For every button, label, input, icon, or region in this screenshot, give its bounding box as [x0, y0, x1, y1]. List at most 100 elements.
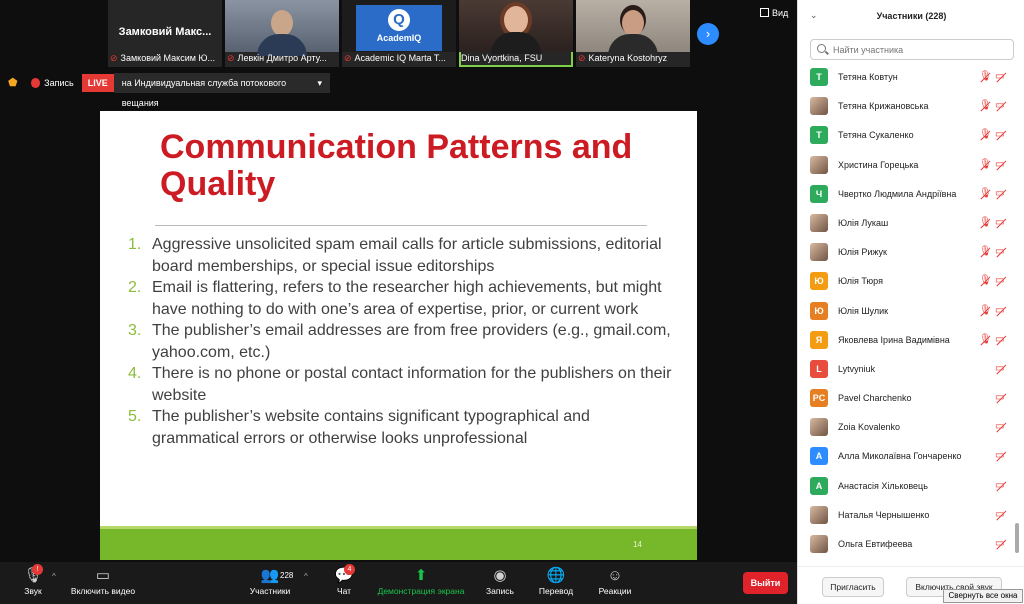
participant-thumbnail[interactable]: ⊘ Kateryna Kostohryz [576, 0, 690, 67]
participant-name: Юлія Шулик [838, 305, 889, 316]
video-off-icon: ▭ [995, 392, 1009, 404]
view-button[interactable]: Вид [760, 8, 788, 18]
mic-muted-icon: 🎙 [979, 304, 992, 316]
minimize-all-windows-tooltip: Свернуть все окна [943, 589, 1023, 603]
live-stream-dropdown[interactable]: на Индивидуальная служба потокового веща… [113, 73, 330, 108]
participant-row[interactable]: Я Яковлева Ірина Вадимівна 🎙 ▭ [798, 326, 1012, 355]
mic-muted-icon: ⊘ [227, 53, 235, 63]
scrollbar-thumb[interactable] [1015, 523, 1019, 553]
security-shield-icon[interactable]: ⬟ [8, 77, 19, 89]
participant-name: Zoia Kovalenko [838, 422, 901, 433]
chat-button[interactable]: 💬 4 Чат [330, 564, 358, 596]
participant-list-scrollbar[interactable] [1014, 63, 1020, 561]
meeting-status-bar: ⬟ Запись LIVE на Индивидуальная служба п… [0, 72, 330, 108]
avatar: Я [810, 330, 828, 349]
participant-row[interactable]: Т Тетяна Ковтун 🎙 ▭ [798, 63, 1012, 92]
search-icon [817, 44, 826, 53]
meeting-toolbar: 🎙! Звук ^ ▭ Включить видео 👥 228 Участник… [0, 562, 797, 604]
participant-row[interactable]: Ю Юлія Тюря 🎙 ▭ [798, 267, 1012, 296]
participants-button[interactable]: 👥 228 Участники [246, 566, 294, 596]
avatar: А [810, 447, 828, 466]
mic-muted-icon: ⊘ [344, 53, 352, 63]
participant-name: Анастасія Хільковець [838, 480, 928, 491]
invite-button[interactable]: Пригласить [822, 577, 884, 597]
participant-thumbnail[interactable]: ⊘ Левкін Дмитро Арту... [225, 0, 339, 67]
participant-row[interactable]: Ч Чвертко Людмила Андріївна 🎙 ▭ [798, 180, 1012, 209]
participant-row[interactable]: Наталья Чернышенко ▭ [798, 501, 1012, 530]
video-off-icon: ▭ [995, 509, 1009, 521]
chat-unread-badge: 4 [344, 564, 355, 575]
mic-muted-icon: ⊘ [110, 53, 118, 63]
reactions-button[interactable]: ☺ Реакции [595, 566, 635, 596]
mic-muted-icon: 🎙 [979, 333, 992, 345]
participant-row[interactable]: А Анастасія Хільковець ▭ [798, 472, 1012, 501]
avatar: Ю [810, 272, 828, 291]
participant-name: Lytvyniuk [838, 363, 876, 374]
participants-panel: ⌄ Участники (228) ТТетяна Ковтун🎙▭Тетяна… [797, 0, 1024, 604]
participant-name: Наталья Чернышенко [838, 509, 930, 520]
participant-thumbnail-active-speaker[interactable]: Dina Vyortkina, FSU [459, 0, 573, 67]
participant-row[interactable]: PC Pavel Charchenko ▭ [798, 384, 1012, 413]
share-screen-icon: ⬆ [414, 567, 428, 584]
participant-row[interactable]: Zoia Kovalenko ▭ [798, 413, 1012, 442]
video-off-icon: ▭ [995, 334, 1009, 346]
leave-meeting-button[interactable]: Выйти [743, 572, 788, 594]
participant-figure [608, 10, 658, 56]
audio-button[interactable]: 🎙! Звук [18, 564, 48, 596]
slide-list-item: 2. Email is flattering, refers to the res… [128, 279, 662, 318]
avatar [810, 535, 828, 553]
participant-figure [491, 6, 541, 54]
participant-search-input[interactable] [831, 42, 1009, 58]
video-off-icon: ▭ [995, 538, 1009, 550]
participant-row[interactable]: Христина Горецька 🎙 ▭ [798, 151, 1012, 180]
participant-row[interactable]: L Lytvyniuk ▭ [798, 355, 1012, 384]
recording-label: Запись [44, 78, 74, 88]
avatar: L [810, 359, 828, 378]
participant-video [459, 0, 573, 54]
record-button[interactable]: ◉ Запись [484, 566, 516, 596]
mic-muted-icon: 🎙 [979, 71, 992, 82]
video-off-icon: ▭ [995, 421, 1009, 433]
thumbnail-label: ⊘ Замковий Максим Ю... [110, 53, 216, 63]
next-page-arrow-icon[interactable]: › [697, 23, 719, 45]
share-screen-button[interactable]: ⬆ Демонстрация экрана [376, 566, 466, 596]
participant-row[interactable]: Юлія Лукаш 🎙 ▭ [798, 209, 1012, 238]
microphone-icon: 🎙! [23, 564, 43, 584]
participant-video [576, 0, 690, 56]
grid-icon [760, 8, 769, 17]
participant-name: Тетяна Крижановська [838, 101, 929, 112]
participant-thumbnail[interactable]: Замковий Макс... ⊘ Замковий Максим Ю... [108, 0, 222, 67]
participant-name: Юлія Тюря [838, 276, 883, 287]
video-thumbnail-strip: Замковий Макс... ⊘ Замковий Максим Ю... ⊘… [108, 0, 698, 67]
avatar: Ю [810, 301, 828, 320]
slide-footer-band: 14 [100, 526, 697, 560]
audio-options-caret-icon[interactable]: ^ [52, 572, 56, 581]
participant-row[interactable]: А Алла Миколаївна Гончаренко ▭ [798, 442, 1012, 471]
slide-list-item: 1. Aggressive unsolicited spam email call… [128, 236, 662, 275]
avatar: Ч [810, 184, 828, 203]
participants-options-caret-icon[interactable]: ^ [304, 572, 308, 581]
participant-row[interactable]: Юлія Рижук 🎙 ▭ [798, 238, 1012, 267]
participant-row[interactable]: Т Тетяна Сукаленко 🎙 ▭ [798, 121, 1012, 150]
participants-count: 228 [280, 571, 294, 580]
participant-search-box[interactable] [810, 39, 1014, 60]
participant-name: Юлія Рижук [838, 247, 887, 258]
video-off-icon: ▭ [995, 129, 1009, 141]
video-off-icon: ▭ [995, 275, 1009, 287]
thumbnail-label: ⊘ Kateryna Kostohryz [578, 53, 668, 63]
avatar [810, 213, 828, 232]
slide-list-item: 4. There is no phone or postal contact in… [128, 365, 672, 404]
start-video-button[interactable]: ▭ Включить видео [68, 566, 138, 596]
participant-row[interactable]: Ю Юлія Шулик 🎙 ▭ [798, 297, 1012, 326]
participant-name: Христина Горецька [838, 159, 919, 170]
participant-thumbnail[interactable]: Q AcademIQ ⊘ Academic IQ Marta T... [342, 0, 456, 67]
live-badge[interactable]: LIVE [81, 74, 114, 92]
video-off-icon: ▭ [995, 246, 1009, 258]
avatar [810, 243, 828, 262]
mic-muted-icon: 🎙 [979, 129, 992, 141]
participant-row[interactable]: Ольга Евтифеева ▭ [798, 530, 1012, 559]
video-off-icon: ▭ [995, 363, 1009, 375]
interpretation-button[interactable]: 🌐 Перевод [536, 566, 576, 596]
video-off-icon: ▭ [995, 480, 1009, 492]
participant-row[interactable]: Тетяна Крижановська 🎙 ▭ [798, 92, 1012, 121]
